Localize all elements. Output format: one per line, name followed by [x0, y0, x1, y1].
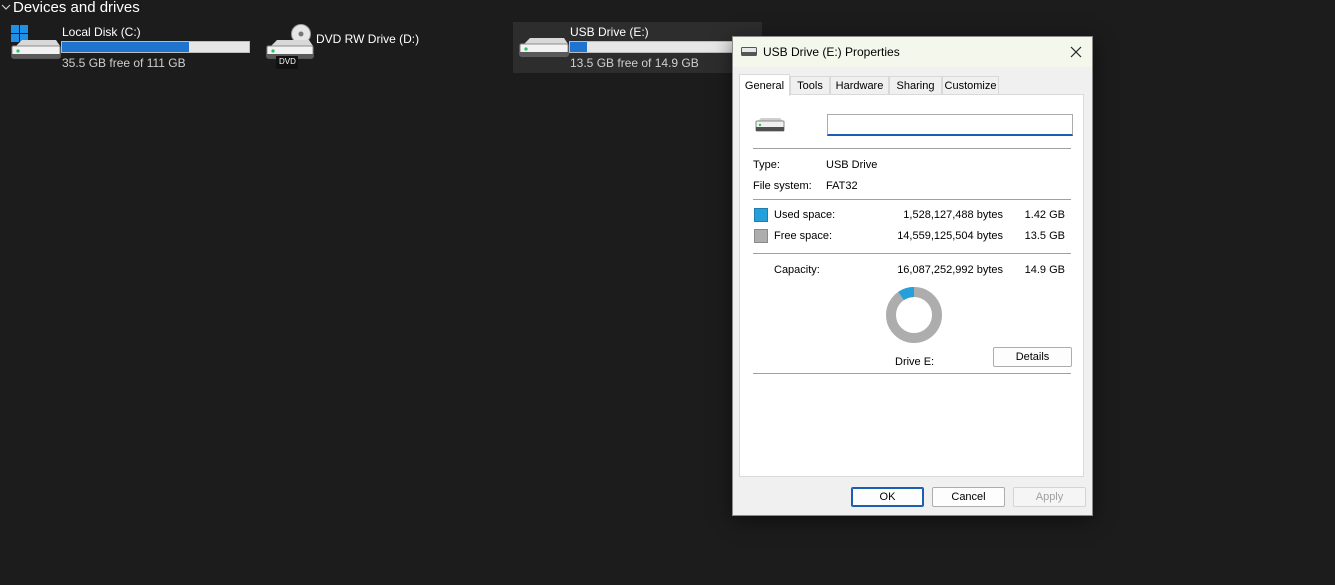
devices-and-drives-header[interactable]: Devices and drives [0, 0, 140, 17]
tab-customize[interactable]: Customize [942, 76, 999, 94]
drive-tile-e[interactable]: USB Drive (E:) 13.5 GB free of 14.9 GB [513, 22, 762, 73]
usage-bar-fill [62, 42, 190, 52]
usage-donut-chart [886, 287, 942, 343]
free-space-text: 35.5 GB free of 111 GB [62, 56, 186, 70]
usage-bar-fill [570, 42, 587, 52]
usage-bar [569, 41, 749, 53]
type-label: Type: [753, 159, 780, 171]
file-system-value: FAT32 [826, 180, 858, 192]
capacity-gb: 14.9 GB [1024, 264, 1065, 276]
free-space-ring [886, 287, 942, 343]
close-icon [1070, 46, 1082, 58]
properties-dialog: USB Drive (E:) Properties General Tools … [732, 36, 1093, 516]
capacity-bytes: 16,087,252,992 bytes [897, 264, 1003, 276]
usb-drive-icon [519, 38, 569, 57]
dialog-titlebar[interactable]: USB Drive (E:) Properties [733, 37, 1092, 67]
drive-letter-label: Drive E: [895, 356, 935, 368]
close-button[interactable] [1060, 37, 1092, 67]
tab-sharing[interactable]: Sharing [889, 76, 942, 94]
windows-drive-icon [11, 25, 61, 59]
tab-hardware[interactable]: Hardware [830, 76, 889, 94]
divider [753, 148, 1071, 149]
drive-tile-c[interactable]: Local Disk (C:) 35.5 GB free of 111 GB [6, 20, 256, 72]
drive-tile-d[interactable]: DVD DVD RW Drive (D:) [262, 20, 508, 72]
divider [753, 253, 1071, 254]
drive-name: USB Drive (E:) [570, 25, 649, 39]
used-space-bytes: 1,528,127,488 bytes [903, 209, 1003, 221]
free-space-gb: 13.5 GB [1024, 230, 1065, 242]
dialog-title: USB Drive (E:) Properties [763, 45, 900, 59]
free-space-swatch [754, 229, 768, 243]
dvd-badge-label: DVD [279, 57, 296, 66]
divider [753, 199, 1071, 200]
used-space-label: Used space: [774, 209, 836, 221]
cancel-button[interactable]: Cancel [932, 487, 1005, 507]
divider [753, 373, 1071, 374]
drive-name: DVD RW Drive (D:) [316, 32, 420, 46]
drive-name: Local Disk (C:) [62, 25, 141, 39]
free-space-text: 13.5 GB free of 14.9 GB [570, 56, 699, 70]
used-space-gb: 1.42 GB [1024, 209, 1065, 221]
used-space-swatch [754, 208, 768, 222]
general-tab-panel: Type: USB Drive File system: FAT32 Used … [739, 94, 1084, 477]
capacity-label: Capacity: [774, 264, 820, 276]
ok-button[interactable]: OK [851, 487, 924, 507]
free-space-label: Free space: [774, 230, 833, 242]
free-space-bytes: 14,559,125,504 bytes [897, 230, 1003, 242]
usb-drive-icon [755, 118, 785, 132]
usage-bar [61, 41, 250, 53]
tab-general[interactable]: General [739, 74, 790, 96]
chevron-down-icon [1, 4, 11, 10]
tab-tools[interactable]: Tools [790, 76, 830, 94]
type-value: USB Drive [826, 159, 878, 171]
section-title: Devices and drives [13, 0, 140, 16]
usb-drive-icon [741, 47, 757, 56]
apply-button[interactable]: Apply [1013, 487, 1086, 507]
file-system-label: File system: [753, 180, 812, 192]
details-button[interactable]: Details [993, 347, 1072, 367]
volume-label-input[interactable] [827, 114, 1073, 136]
